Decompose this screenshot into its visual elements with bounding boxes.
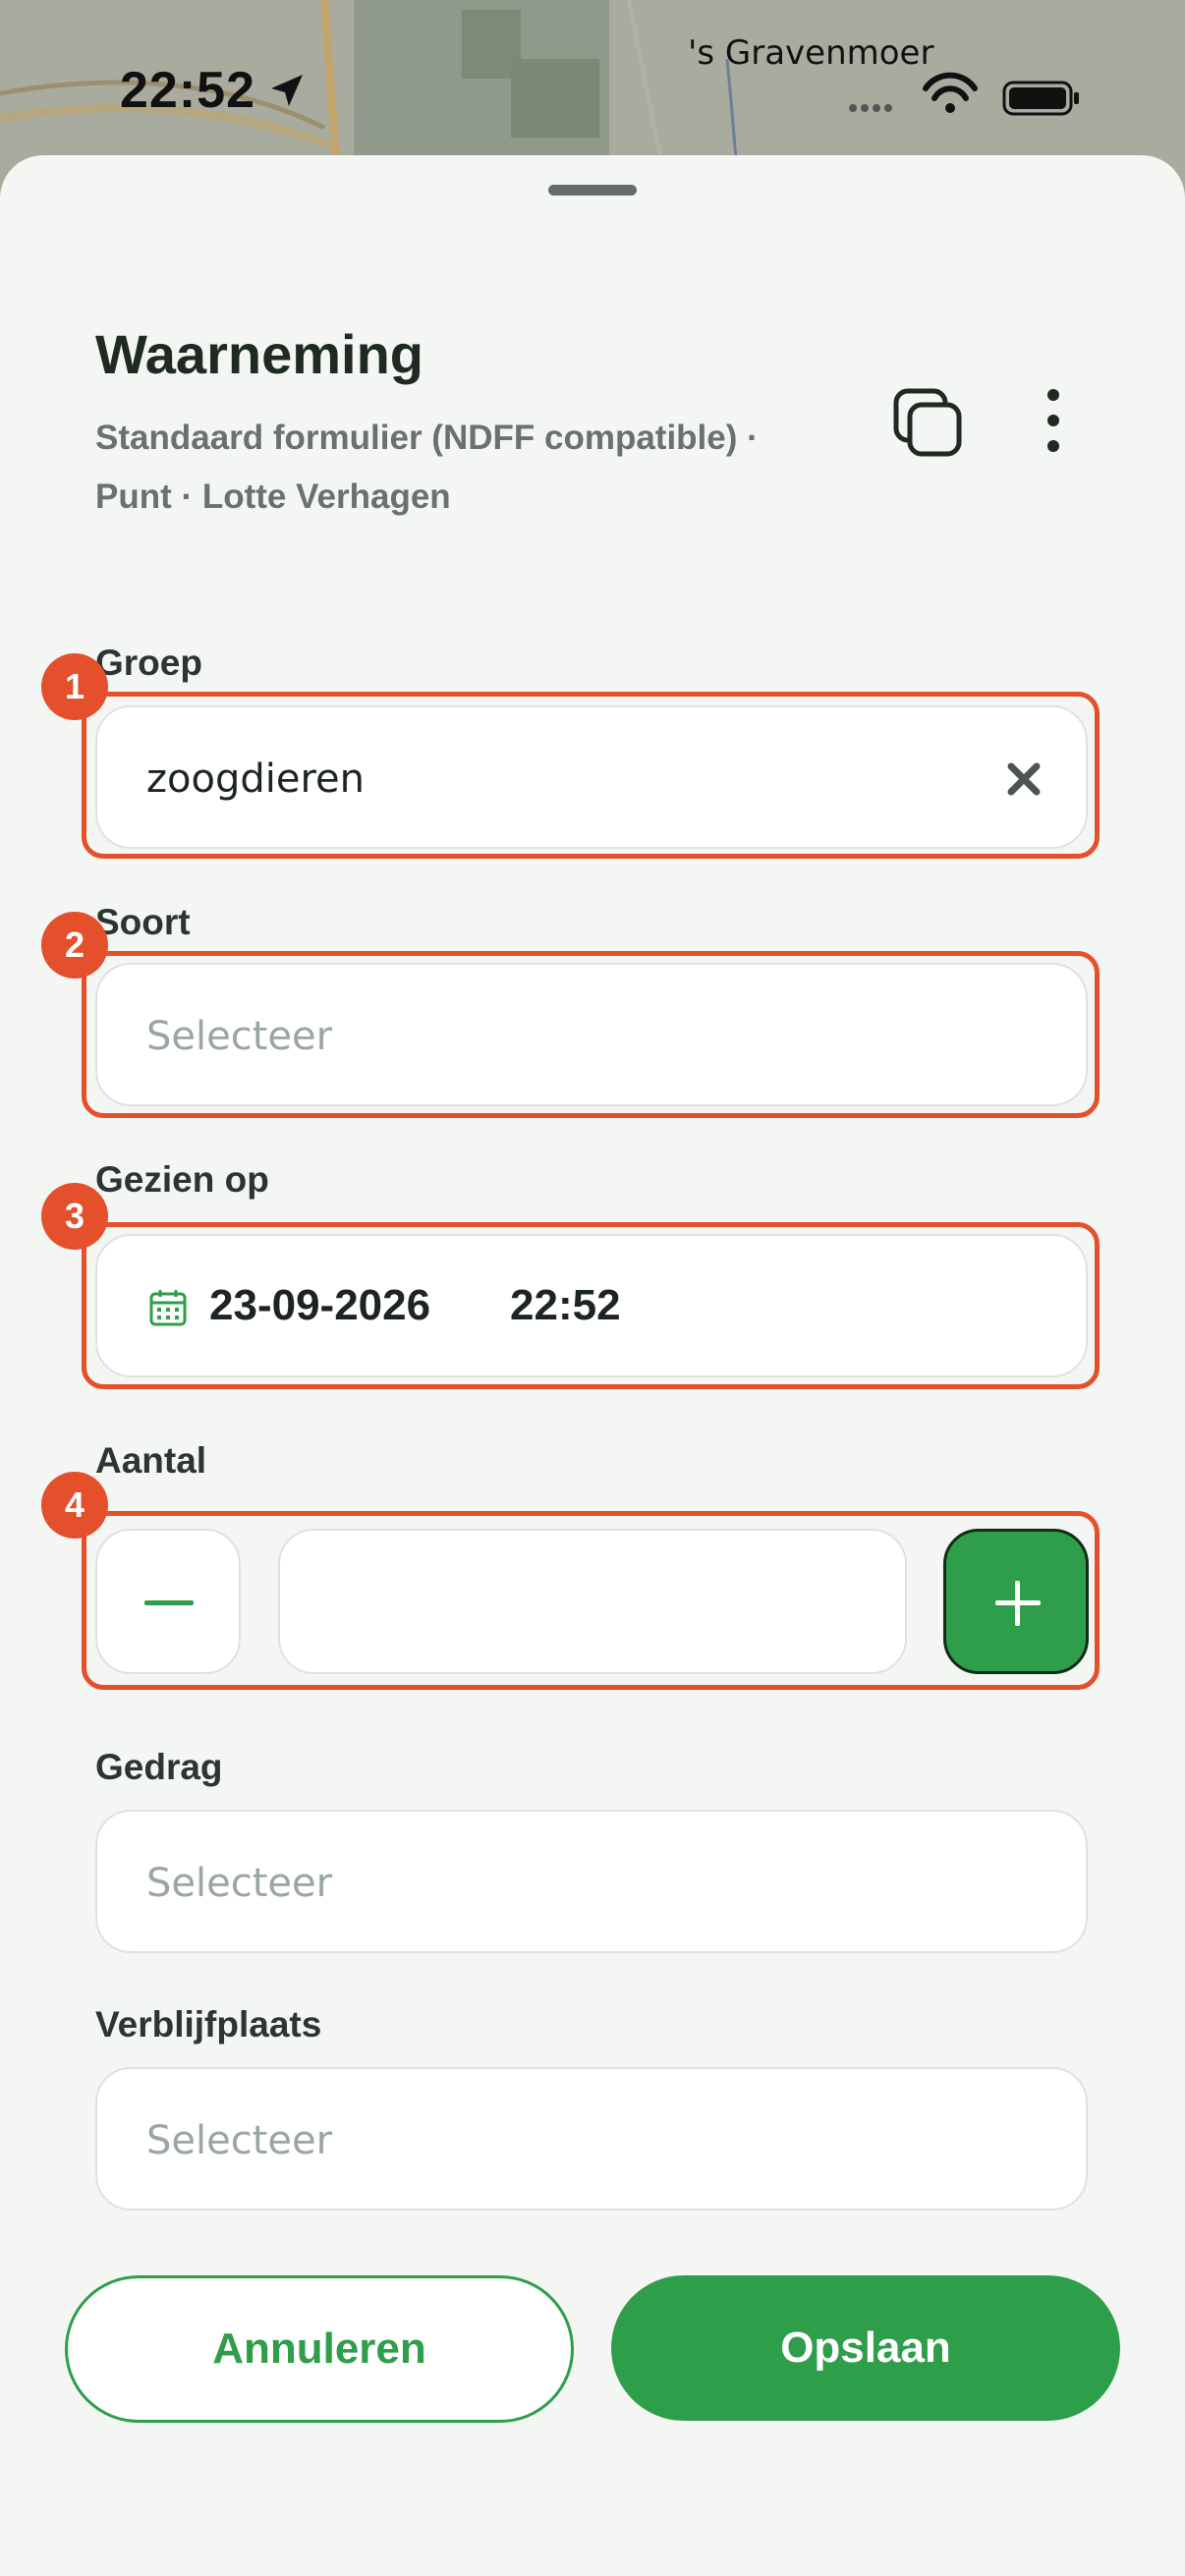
gedrag-placeholder: Selecteer [146, 1861, 333, 1906]
verblijfplaats-field[interactable]: Selecteer [95, 2067, 1088, 2211]
more-options-icon[interactable] [1034, 385, 1073, 460]
verblijfplaats-placeholder: Selecteer [146, 2118, 333, 2163]
step-badge-3: 3 [41, 1183, 108, 1250]
cancel-button[interactable]: Annuleren [65, 2275, 574, 2423]
step-badge-1: 1 [41, 653, 108, 720]
aantal-label: Aantal [95, 1440, 207, 1481]
gedrag-label: Gedrag [95, 1747, 223, 1787]
battery-icon [1002, 81, 1079, 116]
step-badge-2: 2 [41, 912, 108, 979]
sheet-grabber[interactable] [548, 185, 637, 196]
map-place-label: 's Gravenmoer [688, 33, 934, 73]
gezien-op-highlight [82, 1222, 1100, 1389]
groep-highlight [82, 692, 1100, 859]
status-icons [849, 72, 1079, 116]
gezien-op-label: Gezien op [95, 1159, 269, 1200]
soort-label: Soort [95, 902, 191, 942]
page-subtitle: Standaard formulier (NDFF compatible) · … [95, 419, 759, 516]
aantal-highlight [82, 1511, 1100, 1690]
save-button[interactable]: Opslaan [611, 2275, 1120, 2421]
copy-icon[interactable] [890, 385, 965, 460]
groep-label: Groep [95, 643, 202, 683]
gedrag-field[interactable]: Selecteer [95, 1810, 1088, 1953]
step-badge-4: 4 [41, 1472, 108, 1539]
soort-highlight [82, 951, 1100, 1118]
wifi-icon [923, 72, 978, 113]
status-time: 22:52 [120, 62, 255, 119]
verblijfplaats-label: Verblijfplaats [95, 2004, 322, 2044]
observation-sheet: Waarneming Standaard formulier (NDFF com… [0, 155, 1185, 2576]
location-arrow-icon [271, 75, 303, 106]
signal-icon [849, 104, 892, 112]
page-title: Waarneming [95, 323, 423, 385]
